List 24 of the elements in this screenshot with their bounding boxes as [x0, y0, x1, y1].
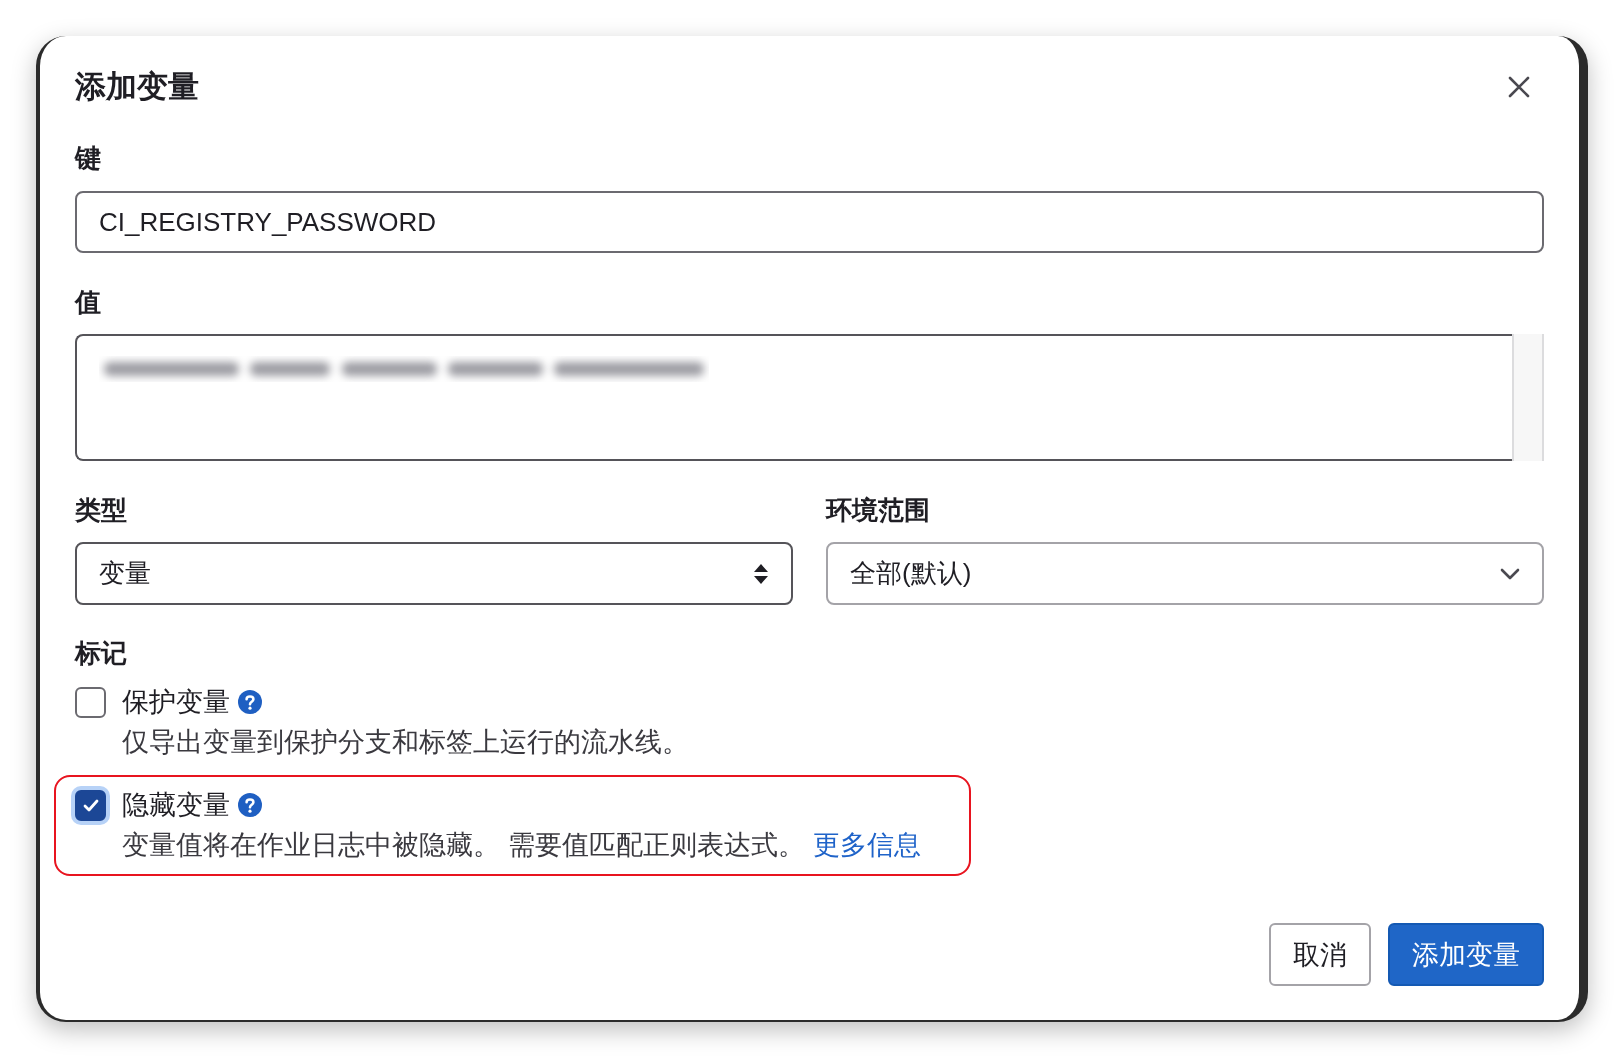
field-label: 键	[75, 142, 102, 175]
help-icon[interactable]	[238, 690, 262, 714]
environment-dropdown[interactable]: 全部(默认)	[826, 542, 1544, 605]
checkbox[interactable]	[75, 686, 106, 718]
more-info-link[interactable]: 更多信息	[812, 830, 921, 860]
field-label: 环境范围	[826, 494, 931, 527]
type-select[interactable]: 变量	[75, 542, 793, 605]
checkmark-icon	[82, 798, 99, 812]
add-variable-button[interactable]: 添加变量	[1388, 923, 1544, 986]
cancel-button[interactable]: 取消	[1269, 923, 1371, 986]
help-icon[interactable]	[238, 793, 262, 817]
chevron-down-icon	[1500, 567, 1520, 580]
field-label: 类型	[75, 494, 128, 527]
checkbox-label[interactable]: 保护变量	[122, 684, 230, 720]
field-label: 值	[75, 286, 102, 319]
value-text-area[interactable]	[75, 334, 1512, 461]
checkbox-label[interactable]: 隐藏变量	[122, 787, 230, 823]
section-label: 标记	[75, 637, 128, 670]
option-description: 仅导出变量到保护分支和标签上运行的流水线。	[122, 727, 689, 757]
option-description: 变量值将在作业日志中被隐藏。 需要值匹配正则表达式。	[122, 830, 805, 860]
key-input-field[interactable]: CI_REGISTRY_PASSWORD	[75, 191, 1544, 253]
close-icon[interactable]	[1508, 76, 1530, 98]
dialog-title: 添加变量	[75, 68, 199, 106]
sort-arrows-icon	[753, 562, 769, 585]
